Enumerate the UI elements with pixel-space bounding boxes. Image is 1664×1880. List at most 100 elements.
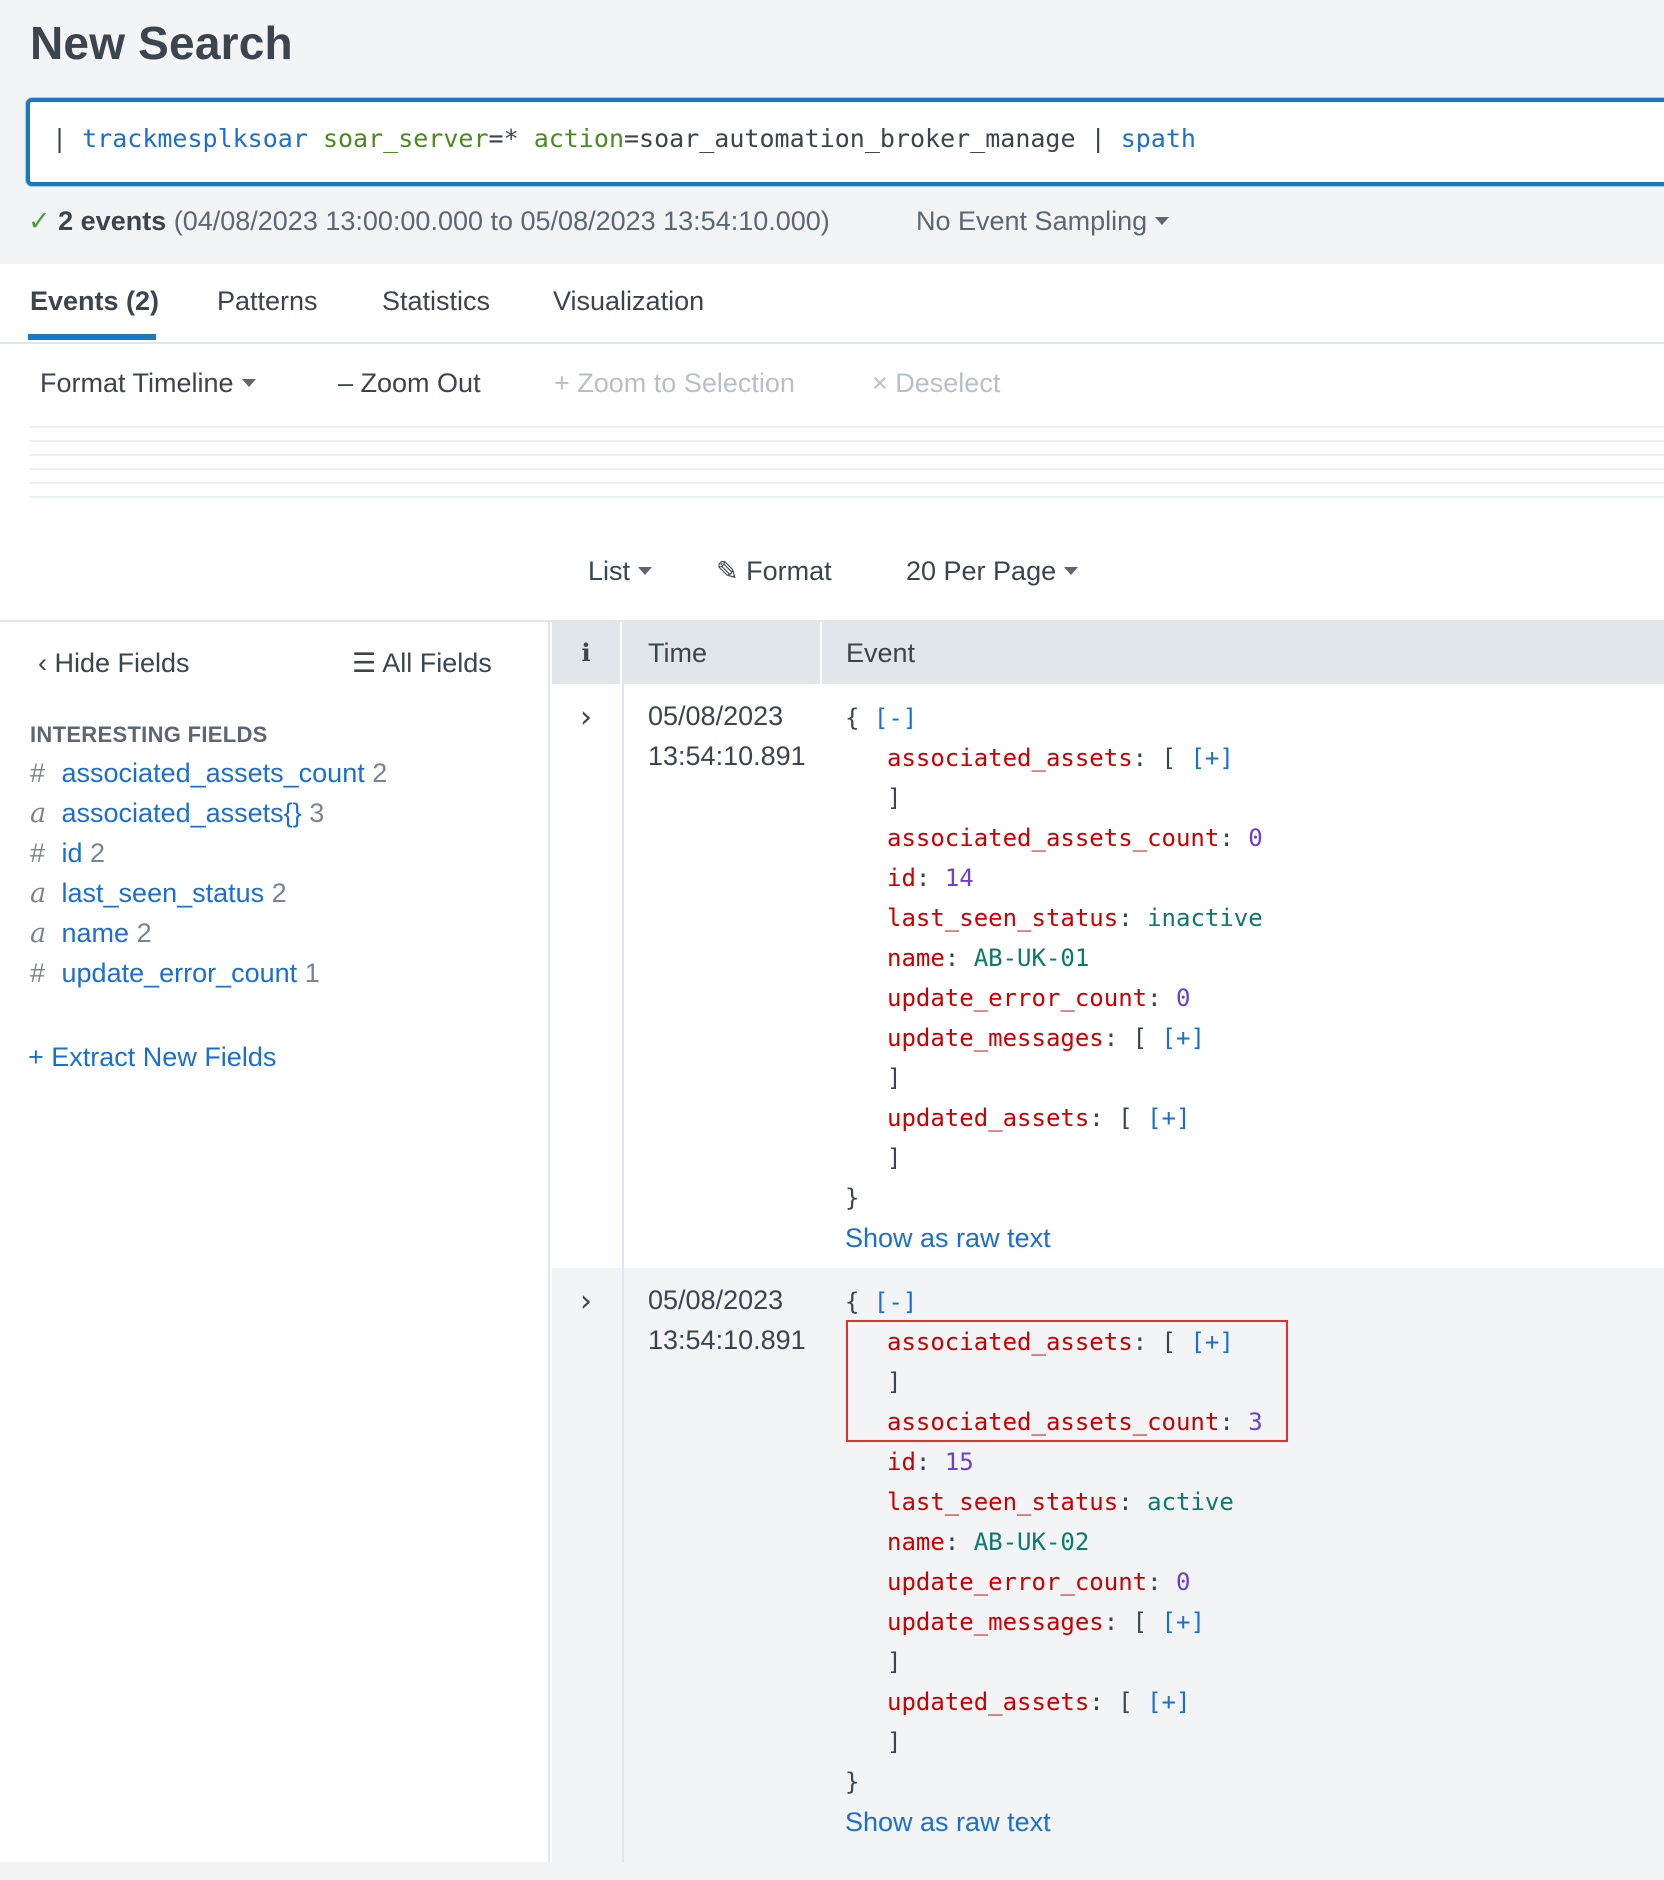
zoom-out-button[interactable]: – Zoom Out [338, 368, 481, 399]
json-punct: : [944, 1528, 974, 1556]
chevron-right-icon[interactable]: › [580, 700, 592, 735]
json-key[interactable]: associated_assets [887, 744, 1133, 772]
show-raw-text-link[interactable]: Show as raw text [845, 1802, 1263, 1842]
field-count: 2 [90, 838, 106, 868]
string-type-icon: a [30, 918, 47, 949]
field-item[interactable]: a associated_assets{} 3 [30, 798, 387, 838]
search-query[interactable]: | trackmesplksoar soar_server=* action=s… [52, 124, 1196, 153]
extract-new-fields-link[interactable]: + Extract New Fields [28, 1042, 276, 1073]
json-line: updated_assets: [ [+] [845, 1098, 1263, 1138]
json-punct: : [915, 864, 945, 892]
event-sampling-dropdown[interactable]: No Event Sampling [916, 206, 1170, 237]
field-item[interactable]: # id 2 [30, 838, 387, 878]
tab-events[interactable]: Events (2) [30, 286, 159, 317]
show-raw-text-link[interactable]: Show as raw text [845, 1218, 1263, 1258]
field-name[interactable]: update_error_count [62, 958, 298, 988]
json-line: name: AB-UK-02 [845, 1522, 1263, 1562]
extract-new-fields-label: Extract New Fields [51, 1042, 277, 1072]
chevron-right-icon[interactable]: › [580, 1284, 592, 1319]
json-punct: : [1118, 904, 1148, 932]
query-value: =* [488, 124, 534, 153]
json-key[interactable]: id [887, 864, 916, 892]
json-punct: ] [887, 1144, 902, 1172]
event-clock: 13:54:10.891 [648, 741, 806, 771]
json-line: associated_assets_count: 0 [845, 818, 1263, 858]
json-value[interactable]: 15 [945, 1448, 974, 1476]
json-collapse-toggle[interactable]: [-] [874, 1288, 917, 1316]
json-value[interactable]: inactive [1147, 904, 1263, 932]
json-key[interactable]: name [887, 1528, 945, 1556]
field-name[interactable]: associated_assets{} [62, 798, 302, 828]
json-punct: : [ [1089, 1104, 1148, 1132]
field-item[interactable]: # associated_assets_count 2 [30, 758, 387, 798]
search-input[interactable]: | trackmesplksoar soar_server=* action=s… [26, 98, 1664, 186]
json-expand-toggle[interactable]: [+] [1162, 1024, 1205, 1052]
timeline-chart[interactable] [30, 426, 1664, 500]
event-time[interactable]: 05/08/2023 13:54:10.891 [648, 696, 806, 776]
json-expand-toggle[interactable]: [+] [1147, 1104, 1190, 1132]
numeric-type-icon: # [30, 838, 46, 868]
field-item[interactable]: # update_error_count 1 [30, 958, 387, 998]
json-key[interactable]: id [887, 1448, 916, 1476]
json-key[interactable]: update_messages [887, 1608, 1104, 1636]
json-key[interactable]: name [887, 944, 945, 972]
json-key[interactable]: last_seen_status [887, 904, 1118, 932]
row-gutter [622, 1268, 624, 1862]
json-key[interactable]: updated_assets [887, 1688, 1089, 1716]
json-value[interactable]: 0 [1176, 1568, 1190, 1596]
event-date: 05/08/2023 [648, 701, 784, 731]
json-punct: : [1147, 984, 1176, 1012]
timeline-toolbar: Format Timeline – Zoom Out + Zoom to Sel… [0, 346, 1664, 416]
json-collapse-toggle[interactable]: [-] [874, 704, 917, 732]
deselect-button[interactable]: × Deselect [872, 368, 1000, 399]
format-timeline-label: Format Timeline [40, 368, 234, 398]
time-column-header[interactable]: Time [624, 622, 822, 684]
per-page-dropdown[interactable]: 20 Per Page [906, 556, 1079, 587]
field-name[interactable]: last_seen_status [62, 878, 265, 908]
format-button[interactable]: ✎ Format [716, 556, 832, 587]
event-time[interactable]: 05/08/2023 13:54:10.891 [648, 1280, 806, 1360]
string-type-icon: a [30, 798, 47, 829]
json-key[interactable]: update_messages [887, 1024, 1104, 1052]
json-key[interactable]: updated_assets [887, 1104, 1089, 1132]
event-count: 2 events [58, 206, 167, 236]
event-date: 05/08/2023 [648, 1285, 784, 1315]
hide-fields-button[interactable]: ‹ Hide Fields [38, 648, 190, 679]
json-value[interactable]: 0 [1248, 824, 1262, 852]
json-expand-toggle[interactable]: [+] [1190, 744, 1233, 772]
field-item[interactable]: a name 2 [30, 918, 387, 958]
json-value[interactable]: 14 [945, 864, 974, 892]
json-key[interactable]: last_seen_status [887, 1488, 1118, 1516]
tab-visualization[interactable]: Visualization [553, 286, 704, 317]
events-table: i Time Event › 05/08/2023 13:54:10.891 {… [552, 622, 1664, 1862]
json-line: associated_assets: [ [+] [845, 738, 1263, 778]
tab-patterns[interactable]: Patterns [217, 286, 318, 317]
list-dropdown[interactable]: List [588, 556, 653, 587]
zoom-to-selection-button[interactable]: + Zoom to Selection [554, 368, 795, 399]
json-value[interactable]: active [1147, 1488, 1234, 1516]
chevron-left-icon: ‹ [38, 648, 55, 678]
json-value[interactable]: 0 [1176, 984, 1190, 1012]
json-expand-toggle[interactable]: [+] [1162, 1608, 1205, 1636]
field-item[interactable]: a last_seen_status 2 [30, 878, 387, 918]
format-timeline-dropdown[interactable]: Format Timeline [40, 368, 256, 399]
tab-statistics[interactable]: Statistics [382, 286, 490, 317]
json-key[interactable]: update_error_count [887, 984, 1147, 1012]
json-close-line: } [845, 1762, 1263, 1802]
json-value[interactable]: AB-UK-02 [974, 1528, 1090, 1556]
caret-down-icon [241, 378, 256, 387]
json-key[interactable]: associated_assets_count [887, 824, 1219, 852]
json-expand-toggle[interactable]: [+] [1147, 1688, 1190, 1716]
row-gutter [622, 684, 624, 1268]
field-name[interactable]: id [62, 838, 83, 868]
json-line: updated_assets: [ [+] [845, 1682, 1263, 1722]
field-name[interactable]: associated_assets_count [62, 758, 365, 788]
deselect-label: Deselect [895, 368, 1001, 398]
field-name[interactable]: name [62, 918, 130, 948]
field-count: 1 [304, 958, 320, 988]
json-key[interactable]: update_error_count [887, 1568, 1147, 1596]
json-value[interactable]: AB-UK-01 [974, 944, 1090, 972]
json-open-line: { [-] [845, 698, 1263, 738]
all-fields-button[interactable]: ☰ All Fields [352, 648, 492, 679]
list-icon: ☰ [352, 648, 383, 678]
